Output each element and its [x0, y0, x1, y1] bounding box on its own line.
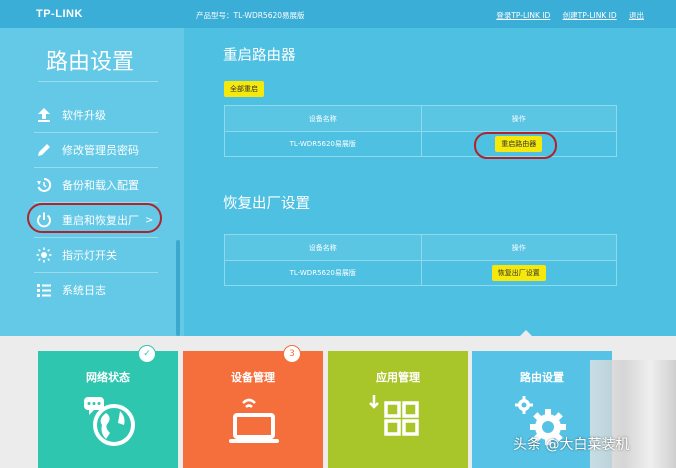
- action-cell: 恢复出厂设置: [420, 261, 617, 285]
- globe-icon: [38, 391, 178, 451]
- sidebar-hidden-item: [38, 76, 158, 82]
- reboot-section-title: 重启路由器: [223, 48, 296, 64]
- highlight-ring: [474, 132, 557, 159]
- table-header-row: 设备名称 操作: [225, 235, 616, 260]
- column-header-action: 操作: [420, 106, 617, 131]
- count-badge: 3: [283, 345, 301, 363]
- tile-app-management[interactable]: 应用管理: [328, 351, 468, 468]
- table-row: TL-WDR5620易展版 重启路由器: [225, 131, 616, 156]
- logout-link[interactable]: 退出: [629, 11, 644, 20]
- light-icon: [34, 245, 54, 265]
- sidebar-title: 路由设置: [46, 50, 135, 75]
- sidebar: 路由设置 软件升级 修改管理员密码 备份和载入配置 重启和恢复出厂 > 指示灯开…: [0, 28, 184, 336]
- log-list-icon: [34, 280, 54, 300]
- upload-icon: [34, 105, 54, 125]
- reboot-table: 设备名称 操作 TL-WDR5620易展版 重启路由器: [224, 105, 617, 157]
- factory-reset-button[interactable]: 恢复出厂设置: [491, 265, 546, 281]
- check-badge-icon: ✓: [138, 345, 156, 363]
- reboot-all-button[interactable]: 全部重启: [224, 81, 264, 97]
- sidebar-item-label: 指示灯开关: [62, 249, 117, 262]
- pencil-icon: [34, 140, 54, 160]
- create-tplink-id-link[interactable]: 创建TP-LINK ID: [563, 11, 617, 20]
- main-panel: 重启路由器 全部重启 设备名称 操作 TL-WDR5620易展版 重启路由器 恢…: [184, 28, 676, 336]
- device-name-cell: TL-WDR5620易展版: [289, 269, 356, 277]
- sidebar-item-backup-restore[interactable]: 备份和载入配置: [34, 168, 158, 202]
- sidebar-item-change-password[interactable]: 修改管理员密码: [34, 133, 158, 167]
- tile-label: 应用管理: [376, 371, 420, 384]
- tile-label: 网络状态: [86, 371, 130, 384]
- sidebar-item-led-switch[interactable]: 指示灯开关: [34, 238, 158, 272]
- factory-reset-table: 设备名称 操作 TL-WDR5620易展版 恢复出厂设置: [224, 234, 617, 286]
- sidebar-item-label: 备份和载入配置: [62, 179, 139, 192]
- factory-reset-section-title: 恢复出厂设置: [223, 196, 310, 212]
- sidebar-item-label: 软件升级: [62, 109, 106, 122]
- top-links: 登录TP-LINK ID 创建TP-LINK ID 退出: [486, 10, 644, 21]
- table-row: TL-WDR5620易展版 恢复出厂设置: [225, 260, 616, 285]
- watermark-text: 头条 @大白菜装机: [513, 437, 630, 453]
- restore-icon: [34, 175, 54, 195]
- top-bar: TP-LINK 产品型号：TL-WDR5620易展版 登录TP-LINK ID …: [0, 0, 676, 28]
- device-name-cell: TL-WDR5620易展版: [289, 140, 356, 148]
- highlight-ring: [27, 203, 162, 233]
- tile-label: 设备管理: [231, 371, 275, 384]
- column-header-device: 设备名称: [308, 243, 337, 252]
- apps-grid-icon: [328, 391, 468, 451]
- tile-device-management[interactable]: 设备管理: [183, 351, 323, 468]
- sidebar-item-system-log[interactable]: 系统日志: [34, 273, 158, 307]
- table-header-row: 设备名称 操作: [225, 106, 616, 131]
- active-tile-notch: [519, 330, 533, 337]
- column-header-device: 设备名称: [308, 114, 337, 123]
- sidebar-item-label: 系统日志: [62, 284, 106, 297]
- sidebar-item-label: 修改管理员密码: [62, 144, 139, 157]
- model-label: 产品型号：TL-WDR5620易展版: [196, 11, 305, 20]
- sidebar-scrollbar[interactable]: [176, 240, 180, 336]
- sidebar-item-firmware-upgrade[interactable]: 软件升级: [34, 98, 158, 132]
- login-tplink-id-link[interactable]: 登录TP-LINK ID: [496, 11, 550, 20]
- laptop-icon: [183, 391, 323, 451]
- tile-network-status[interactable]: 网络状态: [38, 351, 178, 468]
- column-header-action: 操作: [420, 235, 617, 260]
- tplink-logo: TP-LINK: [36, 8, 83, 20]
